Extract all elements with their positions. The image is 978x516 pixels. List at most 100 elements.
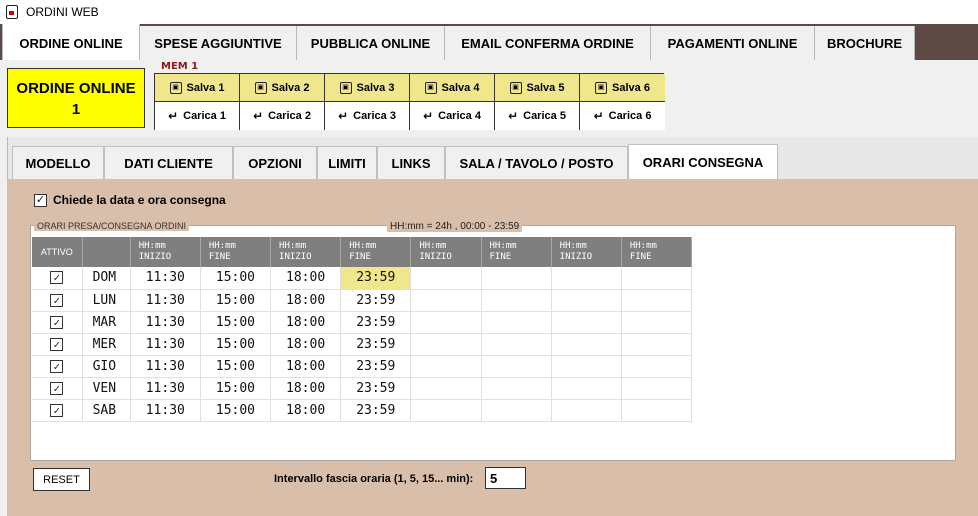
time-cell[interactable]: 23:59 [340,399,412,422]
subtab-dati-cliente[interactable]: DATI CLIENTE [104,146,233,179]
time-cell[interactable]: 15:00 [200,333,272,356]
time-cell[interactable] [551,355,622,378]
time-cell[interactable] [481,289,552,312]
time-cell[interactable] [551,289,622,312]
time-cell[interactable]: 23:59 [340,289,412,312]
save-button-1[interactable]: ▣ Salva 1 [155,74,240,102]
load-button-3[interactable]: ↵ Carica 3 [325,102,410,130]
time-cell[interactable] [551,311,622,334]
tab-pubblica-online[interactable]: PUBBLICA ONLINE [297,26,445,60]
time-cell[interactable] [621,289,693,312]
time-cell[interactable]: 11:30 [130,377,201,400]
time-cell[interactable] [481,377,552,400]
ask-date-option[interactable]: ✓ Chiede la data e ora consegna [34,193,226,207]
load-button-6[interactable]: ↵ Carica 6 [580,102,665,130]
time-cell[interactable] [410,377,482,400]
load-button-5[interactable]: ↵ Carica 5 [495,102,580,130]
reset-button[interactable]: RESET [33,468,90,491]
time-cell[interactable] [621,377,693,400]
save-button-2[interactable]: ▣ Salva 2 [240,74,325,102]
time-cell[interactable] [621,311,693,334]
time-cell[interactable]: 23:59 [340,377,412,400]
time-cell[interactable] [621,399,693,422]
table-row: ✓ MER 11:30 15:00 18:00 23:59 [32,333,693,356]
time-cell[interactable]: 11:30 [130,311,201,334]
time-cell[interactable] [481,333,552,356]
time-cell[interactable] [621,267,693,290]
time-cell[interactable] [481,399,552,422]
time-cell[interactable]: 23:59 [340,267,412,290]
tab-spese-aggiuntive[interactable]: SPESE AGGIUNTIVE [140,26,297,60]
table-row: ✓ LUN 11:30 15:00 18:00 23:59 [32,289,693,312]
load-button-1[interactable]: ↵ Carica 1 [155,102,240,130]
time-cell[interactable] [551,399,622,422]
save-button-5[interactable]: ▣ Salva 5 [495,74,580,102]
load-button-2[interactable]: ↵ Carica 2 [240,102,325,130]
time-cell[interactable]: 18:00 [270,355,342,378]
time-cell[interactable]: 15:00 [200,355,272,378]
time-cell[interactable]: 23:59 [340,333,412,356]
subtab-limiti[interactable]: LIMITI [317,146,377,179]
window-title: ORDINI WEB [26,5,99,19]
time-cell[interactable]: 11:30 [130,399,201,422]
time-cell[interactable] [551,267,622,290]
save-button-6[interactable]: ▣ Salva 6 [580,74,665,102]
time-cell[interactable]: 15:00 [200,311,272,334]
time-cell[interactable]: 15:00 [200,377,272,400]
time-cell[interactable]: 11:30 [130,289,201,312]
tab-brochure[interactable]: BROCHURE [815,26,915,60]
time-cell[interactable]: 15:00 [200,399,272,422]
time-cell[interactable]: 23:59 [340,355,412,378]
time-cell[interactable] [410,311,482,334]
time-cell[interactable]: 18:00 [270,399,342,422]
tab-email-conferma-ordine[interactable]: EMAIL CONFERMA ORDINE [445,26,651,60]
time-cell[interactable]: 11:30 [130,355,201,378]
time-cell[interactable] [481,267,552,290]
load-icon: ↵ [593,109,604,123]
active-checkbox[interactable]: ✓ [50,359,64,373]
tab-pagamenti-online[interactable]: PAGAMENTI ONLINE [651,26,815,60]
time-cell[interactable] [481,311,552,334]
active-checkbox[interactable]: ✓ [50,403,64,417]
active-cell: ✓ [32,399,83,422]
ask-date-checkbox[interactable]: ✓ [34,193,47,207]
save-button-3[interactable]: ▣ Salva 3 [325,74,410,102]
time-cell[interactable] [410,289,482,312]
time-cell[interactable]: 18:00 [270,289,342,312]
active-checkbox[interactable]: ✓ [50,337,64,351]
active-checkbox[interactable]: ✓ [50,315,64,329]
time-cell[interactable] [410,333,482,356]
load-button-4[interactable]: ↵ Carica 4 [410,102,495,130]
active-checkbox[interactable]: ✓ [50,381,64,395]
time-cell[interactable] [410,399,482,422]
time-cell[interactable] [410,355,482,378]
time-cell[interactable]: 23:59 [340,311,412,334]
subtab-sala-tavolo-posto[interactable]: SALA / TAVOLO / POSTO [445,146,628,179]
time-cell[interactable]: 18:00 [270,311,342,334]
active-checkbox[interactable]: ✓ [50,271,64,285]
subtab-modello[interactable]: MODELLO [12,146,104,179]
time-cell[interactable] [481,355,552,378]
time-cell[interactable]: 18:00 [270,267,342,290]
time-cell[interactable] [551,377,622,400]
time-cell[interactable] [551,333,622,356]
save-button-4[interactable]: ▣ Salva 4 [410,74,495,102]
subtab-orari-consegna[interactable]: ORARI CONSEGNA [628,144,778,179]
time-cell[interactable]: 18:00 [270,377,342,400]
subtab-opzioni[interactable]: OPZIONI [233,146,317,179]
time-cell[interactable]: 15:00 [200,267,272,290]
time-cell[interactable]: 15:00 [200,289,272,312]
time-cell[interactable]: 11:30 [130,333,201,356]
tab-ordine-online[interactable]: ORDINE ONLINE [2,24,140,62]
time-cell[interactable] [621,355,693,378]
time-cell[interactable] [621,333,693,356]
active-cell: ✓ [32,355,83,378]
schedule-table: ATTIVO HH:mm INIZIO HH:mm FINE HH:mm INIZIO… [32,237,693,422]
header-time: HH:mm INIZIO [270,237,342,267]
interval-input[interactable] [485,467,526,489]
time-cell[interactable]: 18:00 [270,333,342,356]
time-cell[interactable] [410,267,482,290]
time-cell[interactable]: 11:30 [130,267,201,290]
active-checkbox[interactable]: ✓ [50,293,64,307]
subtab-links[interactable]: LINKS [377,146,445,179]
